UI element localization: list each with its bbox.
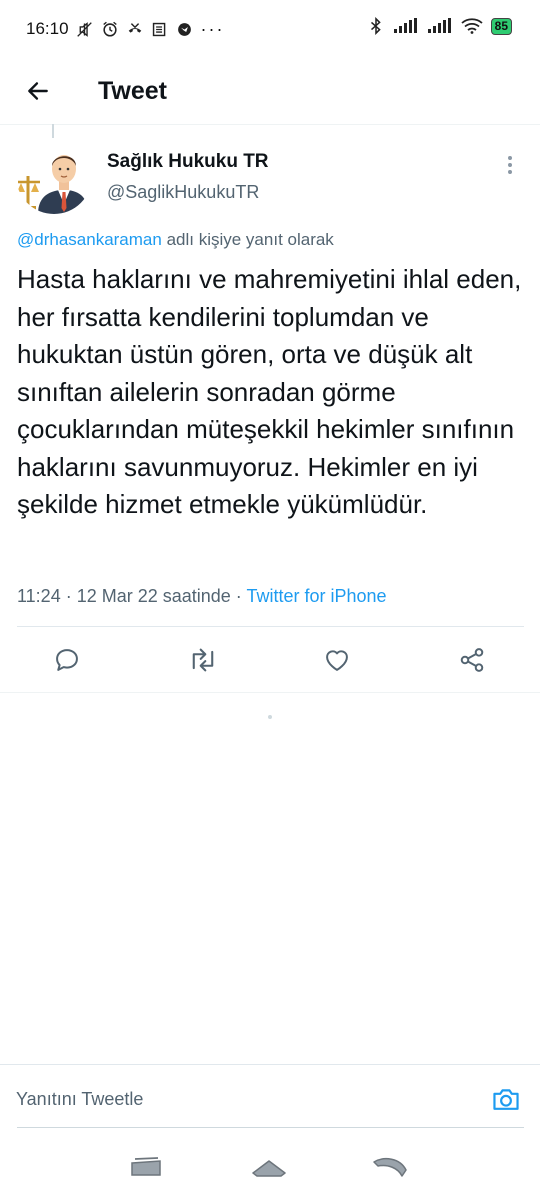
page-title: Tweet xyxy=(98,76,167,105)
more-options-button[interactable] xyxy=(500,150,520,180)
reply-to-mention[interactable]: @drhasankaraman xyxy=(17,230,162,249)
system-nav-bar xyxy=(0,1140,540,1200)
camera-icon xyxy=(493,1089,519,1110)
more-dot-icon xyxy=(508,163,512,167)
like-button[interactable] xyxy=(321,644,353,676)
reply-context: @drhasankaraman adlı kişiye yanıt olarak xyxy=(17,230,334,250)
tweet-timestamp: 11:24 · 12 Mar 22 saatinde · xyxy=(17,586,247,606)
retweet-icon xyxy=(192,648,214,672)
signal-icon-2 xyxy=(427,17,453,35)
bluetooth-icon xyxy=(367,17,385,35)
back-nav-button[interactable] xyxy=(370,1152,410,1182)
tweet-author: Sağlık Hukuku TR @SaglikHukukuTR xyxy=(16,138,524,218)
wifi-icon xyxy=(461,17,483,35)
reply-icon xyxy=(56,649,78,671)
tweet-meta: 11:24 · 12 Mar 22 saatinde · Twitter for… xyxy=(17,586,387,607)
back-nav-icon xyxy=(373,1157,407,1177)
actions-divider xyxy=(0,692,540,693)
reply-to-text: adlı kişiye yanıt olarak xyxy=(161,230,334,249)
avatar[interactable] xyxy=(16,138,92,214)
camera-button[interactable] xyxy=(490,1083,522,1115)
status-bar: 16:10 ··· 85 xyxy=(0,0,540,58)
more-notifications-icon: ··· xyxy=(200,18,225,39)
reply-composer: Yanıtını Tweetle xyxy=(0,1064,540,1129)
reply-input[interactable]: Yanıtını Tweetle xyxy=(16,1089,143,1110)
back-arrow-icon xyxy=(28,82,48,100)
reply-button[interactable] xyxy=(51,644,83,676)
back-button[interactable] xyxy=(18,71,58,111)
app-notification-icon xyxy=(176,20,194,38)
author-name[interactable]: Sağlık Hukuku TR xyxy=(107,151,269,173)
battery-indicator: 85 xyxy=(490,17,512,35)
share-icon xyxy=(460,648,484,672)
more-dot-icon xyxy=(508,170,512,174)
tweet-text: Hasta haklarını ve mahremiyetini ihlal e… xyxy=(17,264,522,519)
home-icon xyxy=(252,1160,286,1177)
thread-connector-line xyxy=(52,124,54,138)
news-icon xyxy=(151,20,169,38)
mute-icon xyxy=(76,20,94,38)
app-bar: Tweet xyxy=(0,58,540,125)
author-handle[interactable]: @SaglikHukukuTR xyxy=(107,182,259,203)
clock: 16:10 xyxy=(26,19,69,38)
divider xyxy=(17,626,524,627)
share-button[interactable] xyxy=(456,644,488,676)
recent-apps-icon xyxy=(131,1157,161,1176)
missed-call-icon xyxy=(126,20,144,38)
like-icon xyxy=(326,650,348,671)
retweet-button[interactable] xyxy=(187,644,219,676)
recent-apps-button[interactable] xyxy=(126,1152,166,1182)
tweet-source-link[interactable]: Twitter for iPhone xyxy=(246,586,386,606)
reply-input-underline xyxy=(17,1127,524,1128)
loading-indicator xyxy=(268,715,272,719)
tweet-actions xyxy=(0,628,540,692)
more-dot-icon xyxy=(508,156,512,160)
home-button[interactable] xyxy=(249,1152,289,1182)
alarm-icon xyxy=(101,20,119,38)
signal-icon-1 xyxy=(393,17,419,35)
